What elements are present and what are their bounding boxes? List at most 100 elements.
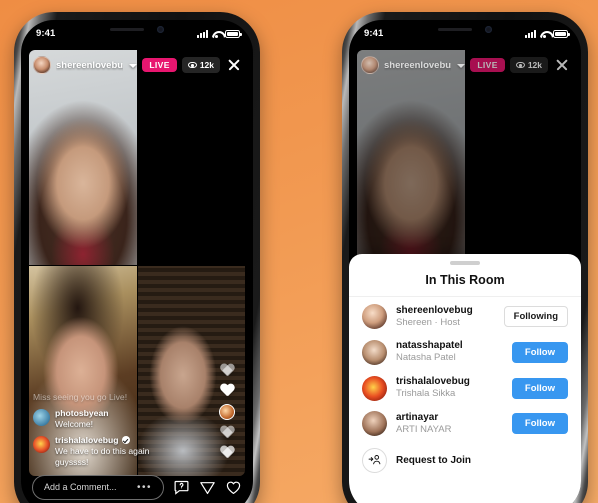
table-row[interactable]: shereenlovebug Shereen · Host Following — [349, 299, 581, 335]
follow-button[interactable]: Follow — [511, 341, 568, 363]
avatar[interactable] — [33, 435, 50, 453]
participant-subtitle: Trishala Sikka — [396, 388, 456, 400]
phone-right-screen: 9:41 shereenlovebug, n... LIVE — [349, 20, 581, 503]
viewer-count-label: 12k — [199, 59, 214, 70]
video-tile-guest-1[interactable] — [137, 50, 245, 266]
avatar[interactable] — [33, 56, 51, 74]
participant-meta: natasshapatel Natasha Patel — [396, 339, 503, 365]
live-header-right: shereenlovebug, n... LIVE 12k — [361, 54, 569, 76]
participant-subtitle: Natasha Patel — [396, 352, 456, 364]
phone-right: 9:41 shereenlovebug, n... LIVE — [342, 12, 588, 503]
status-icons — [525, 29, 570, 38]
page-title: In This Room — [349, 265, 581, 297]
close-icon[interactable] — [227, 58, 241, 72]
avatar[interactable] — [33, 409, 50, 427]
chevron-down-icon[interactable] — [457, 64, 466, 68]
question-bubble-icon[interactable] — [173, 479, 190, 496]
avatar — [219, 404, 235, 420]
heart-icon — [220, 446, 235, 460]
video-row-top — [357, 50, 573, 266]
video-tile-host[interactable] — [29, 50, 137, 266]
eye-icon — [515, 62, 525, 68]
status-time: 9:41 — [36, 28, 56, 39]
in-this-room-sheet: In This Room shereenlovebug Shereen · Ho… — [349, 254, 581, 503]
live-header-left: shereenlovebug, n... LIVE 12k — [33, 54, 241, 76]
comment-body: Miss seeing you go Live! — [33, 392, 127, 403]
video-tile-host[interactable] — [357, 50, 465, 266]
phone-left: 9:41 shereenlovebug, n... LIVE — [14, 12, 260, 503]
speaker-grille — [438, 28, 472, 31]
status-time: 9:41 — [364, 28, 384, 39]
table-row[interactable]: natasshapatel Natasha Patel Follow — [349, 334, 581, 370]
comment-username-row: trishalalovebug — [55, 435, 185, 446]
avatar[interactable] — [362, 411, 387, 437]
request-to-join-label: Request to Join — [396, 454, 472, 466]
wifi-icon — [212, 30, 222, 38]
verified-badge-icon — [121, 436, 130, 445]
avatar[interactable] — [362, 303, 387, 329]
comment-text: Welcome! — [55, 418, 94, 429]
status-icons — [197, 29, 242, 38]
comment-body: trishalalovebug We have to do this again… — [55, 435, 185, 468]
participant-subtitle: ARTI NAYAR — [396, 423, 452, 435]
heart-icon — [220, 384, 235, 398]
add-person-icon — [362, 447, 387, 473]
comment-input[interactable]: Add a Comment... ••• — [32, 474, 164, 500]
table-row[interactable]: artinayar ARTI NAYAR Follow — [349, 406, 581, 442]
comment-feed: Miss seeing you go Live! photosbyean Wel… — [33, 387, 185, 468]
live-title[interactable]: shereenlovebug, n... — [384, 60, 451, 71]
speaker-grille — [110, 28, 144, 31]
live-bottom-bar: Add a Comment... ••• — [21, 474, 253, 500]
follow-button[interactable]: Follow — [511, 413, 568, 435]
notch — [83, 20, 191, 39]
paper-plane-icon[interactable] — [199, 479, 216, 496]
request-to-join-row[interactable]: Request to Join — [349, 442, 581, 479]
wifi-icon — [540, 30, 550, 38]
front-camera-icon — [157, 26, 164, 33]
heart-icon[interactable] — [225, 479, 242, 496]
video-tile-guest-1[interactable] — [465, 50, 573, 266]
chevron-down-icon[interactable] — [129, 64, 138, 68]
participant-username[interactable]: artinayar — [396, 411, 503, 424]
comment-text: Miss seeing you go Live! — [33, 391, 128, 402]
battery-icon — [553, 29, 570, 38]
comment-username[interactable]: trishalalovebug — [55, 435, 119, 446]
list-item: trishalalovebug We have to do this again… — [33, 435, 185, 468]
viewer-count-pill[interactable]: 12k — [181, 57, 220, 73]
battery-icon — [225, 29, 242, 38]
front-camera-icon — [485, 26, 492, 33]
participant-subtitle: Shereen · Host — [396, 316, 460, 328]
floating-hearts — [215, 358, 239, 466]
avatar[interactable] — [362, 375, 387, 401]
notch — [411, 20, 519, 39]
live-badge: LIVE — [142, 57, 177, 73]
participant-meta: shereenlovebug Shereen · Host — [396, 304, 495, 330]
viewer-count-label: 12k — [527, 59, 542, 70]
eye-icon — [187, 62, 197, 68]
participant-username[interactable]: natasshapatel — [396, 339, 503, 352]
avatar[interactable] — [362, 339, 387, 365]
phone-left-screen: 9:41 shereenlovebug, n... LIVE — [21, 20, 253, 503]
more-options-icon[interactable]: ••• — [137, 482, 152, 493]
participant-username[interactable]: shereenlovebug — [396, 304, 495, 317]
viewer-count-pill[interactable]: 12k — [509, 57, 548, 73]
comment-text: We have to do this again guyssss! — [55, 445, 150, 467]
list-item: Miss seeing you go Live! — [33, 392, 185, 403]
live-badge: LIVE — [470, 57, 505, 73]
live-title[interactable]: shereenlovebug, n... — [56, 60, 123, 71]
heart-icon — [220, 364, 235, 378]
signal-bars-icon — [525, 29, 536, 38]
following-button[interactable]: Following — [503, 305, 568, 327]
heart-icon — [220, 426, 235, 440]
participant-username[interactable]: trishalalovebug — [396, 375, 503, 388]
signal-bars-icon — [197, 29, 208, 38]
avatar[interactable] — [361, 56, 379, 74]
participant-list: shereenlovebug Shereen · Host Following … — [349, 297, 581, 503]
follow-button[interactable]: Follow — [511, 377, 568, 399]
list-item: photosbyean Welcome! — [33, 408, 185, 430]
close-icon[interactable] — [555, 58, 569, 72]
participant-meta: artinayar ARTI NAYAR — [396, 411, 503, 437]
table-row[interactable]: trishalalovebug Trishala Sikka Follow — [349, 370, 581, 406]
comment-placeholder: Add a Comment... — [44, 482, 117, 492]
comment-username[interactable]: photosbyean — [55, 408, 108, 419]
